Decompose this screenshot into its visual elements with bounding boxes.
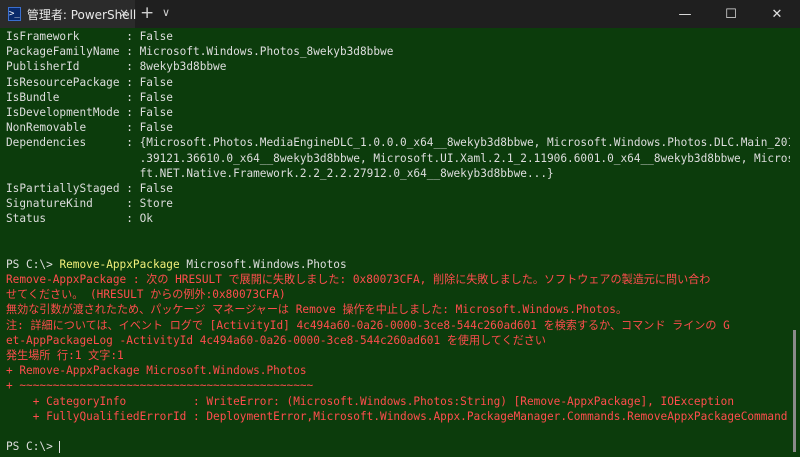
- powershell-icon: >_: [8, 7, 21, 21]
- title-bar: >_ 管理者: PowerShell × + ∨ — ☐ ✕: [0, 0, 800, 28]
- new-tab-button[interactable]: +: [140, 3, 154, 23]
- terminal-line: 発生場所 行:1 文字:1: [6, 348, 124, 362]
- text-cursor: [59, 441, 61, 454]
- terminal-line: IsBundle : False: [6, 90, 173, 104]
- terminal-line: + Remove-AppxPackage Microsoft.Windows.P…: [6, 364, 307, 378]
- terminal-line: PublisherId : 8wekyb3d8bbwe: [6, 60, 227, 74]
- terminal-line: IsPartiallyStaged : False: [6, 181, 173, 195]
- tab-powershell[interactable]: >_ 管理者: PowerShell ×: [0, 0, 136, 28]
- terminal-line: Dependencies : {Microsoft.Photos.MediaEn…: [6, 136, 790, 150]
- command-argument: Microsoft.Windows.Photos: [179, 257, 347, 271]
- command-line: PS C:\> Remove-AppxPackage Microsoft.Win…: [6, 257, 790, 272]
- terminal-line: et-AppPackageLog -ActivityId 4c494a60-0a…: [6, 333, 546, 347]
- close-tab-icon[interactable]: ×: [119, 6, 129, 20]
- terminal-line: Remove-AppxPackage : 次の HRESULT で展開に失敗しま…: [6, 273, 711, 286]
- command-prompt: PS C:\>: [6, 439, 790, 454]
- prompt-text: PS C:\>: [6, 440, 60, 454]
- minimize-button[interactable]: —: [662, 0, 708, 28]
- terminal-line: IsResourcePackage : False: [6, 75, 173, 89]
- terminal-line: + FullyQualifiedErrorId : DeploymentErro…: [6, 409, 788, 423]
- cmdlet-name: Remove-AppxPackage: [59, 257, 180, 271]
- terminal-line: PackageFamilyName : Microsoft.Windows.Ph…: [6, 45, 394, 59]
- terminal-line: Status : Ok: [6, 212, 153, 226]
- terminal-line: SignatureKind : Store: [6, 197, 173, 211]
- terminal-line: 無効な引数が渡されたため、パッケージ マネージャーは Remove 操作を中止し…: [6, 303, 628, 317]
- terminal-line: + ~~~~~~~~~~~~~~~~~~~~~~~~~~~~~~~~~~~~~~…: [6, 379, 314, 393]
- terminal-line: ft.NET.Native.Framework.2.2_2.2.27912.0_…: [6, 166, 554, 180]
- terminal-line: せてください。 (HRESULT からの例外:0x80073CFA): [6, 288, 286, 302]
- terminal-line: IsDevelopmentMode : False: [6, 105, 173, 119]
- terminal-line: NonRemovable : False: [6, 121, 173, 135]
- terminal-output[interactable]: IsFramework : False PackageFamilyName : M…: [6, 29, 790, 454]
- maximize-button[interactable]: ☐: [708, 0, 754, 28]
- close-button[interactable]: ✕: [754, 0, 800, 28]
- terminal-line: 注: 詳細については、イベント ログで [ActivityId] 4c494a6…: [6, 318, 730, 332]
- terminal-line: IsFramework : False: [6, 30, 173, 43]
- terminal-line: .39121.36610.0_x64__8wekyb3d8bbwe, Micro…: [6, 151, 790, 165]
- scrollbar[interactable]: [793, 330, 796, 452]
- chevron-down-icon[interactable]: ∨: [162, 6, 170, 19]
- terminal-line: + CategoryInfo : WriteError: (Microsoft.…: [6, 394, 735, 408]
- prompt-text: PS C:\>: [6, 257, 60, 271]
